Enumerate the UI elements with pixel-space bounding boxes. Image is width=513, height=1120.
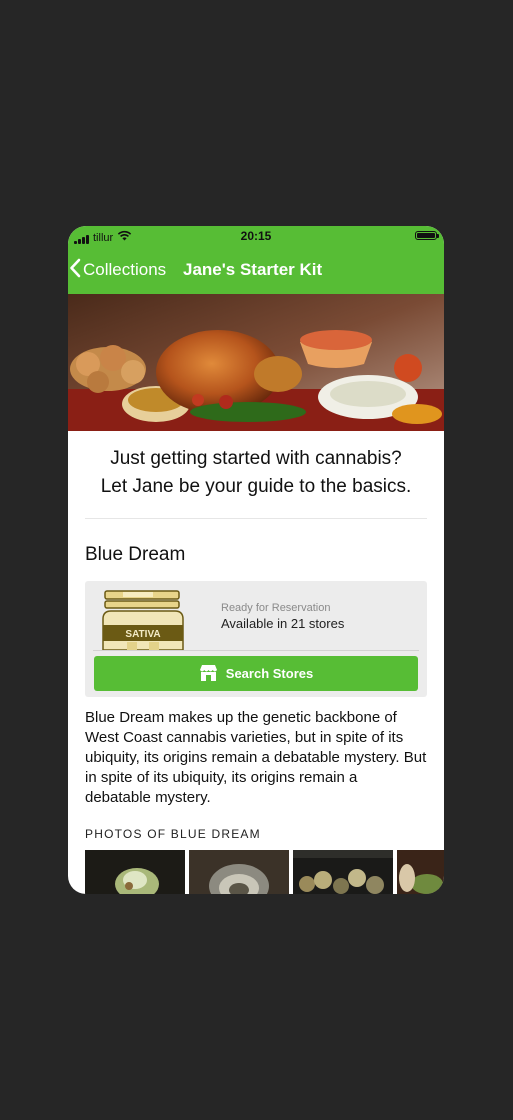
ready-text: Ready for Reservation <box>221 602 331 614</box>
search-stores-button[interactable]: Search Stores <box>94 656 418 691</box>
divider <box>85 518 427 519</box>
strain-description: Blue Dream makes up the genetic backbone… <box>85 709 427 806</box>
jar-label: SATIVA <box>125 629 160 640</box>
phone-screen: tillur 20:15 Collections Jane's Starter … <box>68 226 444 894</box>
strain-title: Blue Dream <box>85 544 186 565</box>
store-icon <box>199 664 218 684</box>
chevron-left-icon <box>68 258 81 283</box>
photo-thumbnail[interactable] <box>85 850 185 894</box>
nav-bar: Collections Jane's Starter Kit <box>68 246 444 294</box>
status-time: 20:15 <box>240 229 272 243</box>
hero-image <box>68 294 444 431</box>
card-divider <box>93 650 419 651</box>
back-label: Collections <box>83 260 167 279</box>
back-button[interactable]: Collections <box>68 246 166 294</box>
photo-thumbnail[interactable] <box>189 850 289 894</box>
photos-heading: PHOTOS OF BLUE DREAM <box>85 827 261 841</box>
intro-text: Just getting started with cannabis? Let … <box>68 431 444 519</box>
availability-text: Available in 21 stores <box>221 616 345 631</box>
intro-line-1: Just getting started with cannabis? <box>110 448 402 469</box>
status-bar: tillur 20:15 <box>68 226 444 246</box>
jar-image: SATIVA <box>101 589 185 651</box>
photos-strip <box>85 850 444 894</box>
photo-thumbnail[interactable] <box>397 850 444 894</box>
page-title: Jane's Starter Kit <box>183 260 323 279</box>
strain-card: SATIVA Ready for Reservation Available i… <box>85 581 427 697</box>
photo-thumbnail[interactable] <box>293 850 393 894</box>
search-stores-label: Search Stores <box>225 666 314 681</box>
intro-line-2: Let Jane be your guide to the basics. <box>100 476 412 497</box>
battery-icon <box>415 231 439 240</box>
